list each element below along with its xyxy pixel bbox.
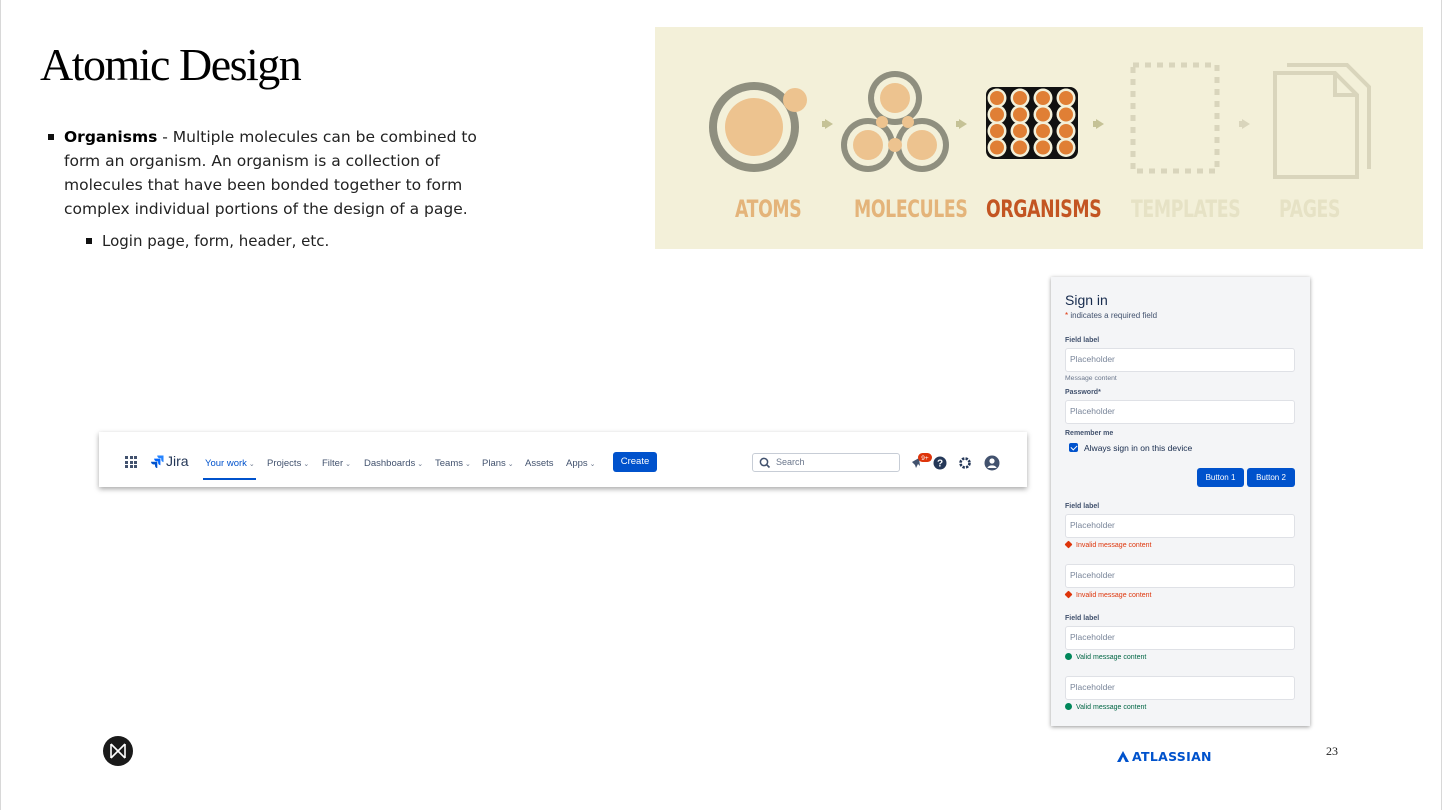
chevron-down-icon: ⌄ [417, 461, 424, 468]
search-placeholder: Search [776, 457, 805, 467]
sub-bullet: Login page, form, header, etc. [84, 229, 516, 253]
atomic-design-diagram: ATOMS MOLECULES ORGANISMS TEMPLATES PAGE… [655, 27, 1423, 249]
checkbox-label: Always sign in on this device [1084, 443, 1193, 453]
settings-icon[interactable] [958, 456, 972, 470]
nav-assets[interactable]: Assets [525, 458, 554, 469]
pages-icon [1273, 63, 1371, 179]
form-title: Sign in [1065, 292, 1108, 308]
checkbox-checked-icon [1069, 443, 1078, 452]
label-atoms: ATOMS [735, 195, 802, 223]
chevron-down-icon: ⌄ [345, 461, 351, 468]
nav-dashboards[interactable]: Dashboards ⌄ [364, 458, 423, 469]
organism-icon [986, 87, 1078, 159]
jira-logo[interactable]: Jira [151, 453, 203, 470]
label-organisms: ORGANISMS [986, 195, 1102, 223]
bullet-organisms: Organisms - Multiple molecules can be co… [46, 125, 516, 221]
jira-header-card: Jira Your work ⌄ Projects ⌄ Filter ⌄ Dashbo… [99, 432, 1027, 487]
nav-teams-label: Teams [435, 458, 463, 469]
text-field-valid[interactable]: Placeholder [1065, 626, 1295, 650]
search-input[interactable]: Search [752, 453, 900, 472]
text-field-valid[interactable]: Placeholder [1065, 676, 1295, 700]
jira-wordmark: Jira [166, 453, 189, 469]
nav-filter[interactable]: Filter ⌄ [322, 458, 351, 469]
nav-apps[interactable]: Apps ⌄ [566, 458, 596, 469]
label-pages: PAGES [1279, 195, 1341, 223]
atlassian-wordmark: ATLASSIAN [1132, 749, 1212, 764]
chevron-down-icon: ⌄ [507, 461, 514, 468]
nav-assets-label: Assets [525, 458, 554, 469]
atom-icon [709, 82, 807, 172]
notification-icon[interactable]: 9+ [909, 452, 933, 474]
jira-navigation-bar: Jira Your work ⌄ Projects ⌄ Filter ⌄ Dashbo… [115, 444, 1010, 480]
nav-projects[interactable]: Projects ⌄ [267, 458, 309, 469]
required-note-text: indicates a required field [1068, 311, 1158, 320]
success-check-icon [1065, 653, 1072, 660]
field-label: Field label [1065, 503, 1100, 510]
app-switcher-icon[interactable] [125, 456, 137, 468]
create-button[interactable]: Create [613, 452, 657, 472]
slide-title: Atomic Design [40, 39, 302, 90]
profile-icon[interactable] [984, 455, 1000, 471]
error-message: Invalid message content [1064, 590, 1152, 599]
text-field-error[interactable]: Placeholder [1065, 564, 1295, 588]
success-check-icon [1065, 703, 1072, 710]
atlassian-logo: ATLASSIAN [1117, 749, 1212, 764]
notification-badge: 9+ [921, 455, 929, 462]
bullet-list: Organisms - Multiple molecules can be co… [46, 125, 516, 253]
remember-checkbox[interactable]: Always sign in on this device [1069, 443, 1192, 453]
error-message: Invalid message content [1064, 540, 1152, 549]
arrow-icon [825, 119, 833, 129]
template-icon [1130, 62, 1220, 174]
presenter-logo-icon [103, 736, 133, 766]
success-message-text: Valid message content [1076, 704, 1147, 711]
nav-plans[interactable]: Plans ⌄ [482, 458, 514, 469]
remember-label: Remember me [1065, 430, 1114, 437]
molecule-icon [841, 71, 949, 172]
nav-your-work-label: Your work [205, 458, 247, 469]
text-field-error[interactable]: Placeholder [1065, 514, 1295, 538]
nav-teams[interactable]: Teams ⌄ [435, 458, 471, 469]
jira-logo-icon [151, 455, 164, 468]
chevron-down-icon: ⌄ [248, 461, 255, 468]
field-label: Field label [1065, 615, 1100, 622]
button-1[interactable]: Button 1 [1197, 468, 1244, 487]
atlassian-logo-icon [1117, 751, 1129, 762]
required-note: * indicates a required field [1065, 311, 1157, 320]
field-label: Field label [1065, 337, 1100, 344]
chevron-down-icon: ⌄ [589, 461, 596, 468]
active-tab-indicator [203, 478, 256, 480]
chevron-down-icon: ⌄ [464, 461, 471, 468]
nav-your-work[interactable]: Your work ⌄ [205, 458, 255, 469]
error-icon [1064, 590, 1073, 599]
nav-filter-label: Filter [322, 458, 344, 469]
success-message-text: Valid message content [1076, 654, 1147, 661]
success-message: Valid message content [1065, 653, 1146, 661]
password-label: Password* [1065, 389, 1101, 396]
page-number: 23 [1326, 744, 1338, 758]
label-templates: TEMPLATES [1131, 195, 1241, 223]
nav-apps-label: Apps [566, 458, 588, 469]
help-icon[interactable]: ? [933, 456, 947, 470]
button-2[interactable]: Button 2 [1247, 468, 1295, 487]
error-icon [1064, 540, 1073, 549]
nav-plans-label: Plans [482, 458, 506, 469]
helper-message: Message content [1065, 375, 1117, 382]
text-field[interactable]: Placeholder [1065, 348, 1295, 372]
success-message: Valid message content [1065, 703, 1146, 711]
error-message-text: Invalid message content [1076, 542, 1152, 549]
error-message-text: Invalid message content [1076, 592, 1152, 599]
password-field[interactable]: Placeholder [1065, 400, 1295, 424]
nav-dashboards-label: Dashboards [364, 458, 416, 469]
svg-text:?: ? [937, 459, 943, 470]
signin-form-card: Sign in * indicates a required field Fie… [1051, 277, 1310, 726]
label-molecules: MOLECULES [854, 195, 968, 223]
search-icon [759, 457, 771, 469]
nav-projects-label: Projects [267, 458, 302, 469]
bullet-term: Organisms [64, 128, 158, 146]
chevron-down-icon: ⌄ [303, 461, 310, 468]
